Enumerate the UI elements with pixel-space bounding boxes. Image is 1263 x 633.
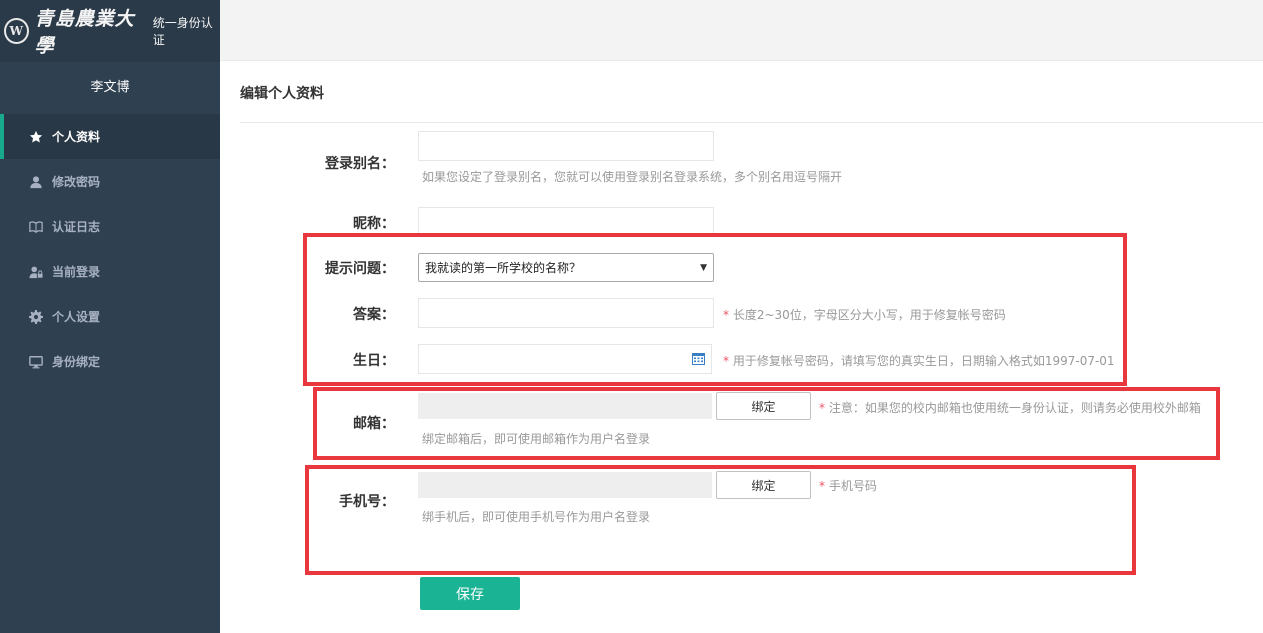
university-logo: W (4, 18, 29, 44)
system-subtitle: 统一身份认证 (152, 16, 213, 47)
brand-header: W 青島農業大學 统一身份认证 (0, 0, 220, 62)
current-user-name: 李文博 (90, 80, 130, 95)
save-button[interactable]: 保存 (420, 577, 520, 610)
book-icon (28, 219, 44, 235)
page-title: 编辑个人资料 (240, 86, 324, 102)
sidebar-item-identity-binding[interactable]: 身份绑定 (0, 339, 220, 384)
sidebar-item-label: 当前登录 (52, 265, 101, 279)
star-icon (28, 129, 44, 145)
highlight-box-email (313, 387, 1220, 460)
sidebar-item-label: 身份绑定 (52, 355, 101, 369)
university-name: 青島農業大學 (34, 8, 135, 57)
highlight-box-phone (305, 465, 1136, 575)
gear-icon (28, 309, 44, 325)
alias-label: 登录别名： (325, 156, 395, 172)
sidebar-item-profile[interactable]: 个人资料 (0, 114, 220, 159)
alias-input[interactable] (418, 131, 714, 161)
highlight-box-security (303, 233, 1127, 386)
monitor-icon (28, 354, 44, 370)
top-bar (220, 0, 1263, 61)
sidebar: W 青島農業大學 统一身份认证 李文博 个人资料 修改密码 认证日志 当前登录 … (0, 0, 220, 633)
divider (240, 122, 1263, 123)
sidebar-item-auth-log[interactable]: 认证日志 (0, 204, 220, 249)
sidebar-item-settings[interactable]: 个人设置 (0, 294, 220, 339)
sidebar-nav: 个人资料 修改密码 认证日志 当前登录 个人设置 身份绑定 (0, 114, 220, 384)
nickname-label: 昵称： (353, 216, 395, 232)
sidebar-item-label: 个人资料 (52, 130, 101, 144)
alias-help-text: 如果您设定了登录别名，您就可以使用登录别名登录系统，多个别名用逗号隔开 (422, 170, 843, 184)
user-icon (28, 174, 44, 190)
sidebar-item-label: 个人设置 (52, 310, 101, 324)
sidebar-item-change-password[interactable]: 修改密码 (0, 159, 220, 204)
sidebar-item-label: 认证日志 (52, 220, 101, 234)
user-lock-icon (28, 264, 44, 280)
sidebar-item-current-login[interactable]: 当前登录 (0, 249, 220, 294)
sidebar-item-label: 修改密码 (52, 175, 101, 189)
